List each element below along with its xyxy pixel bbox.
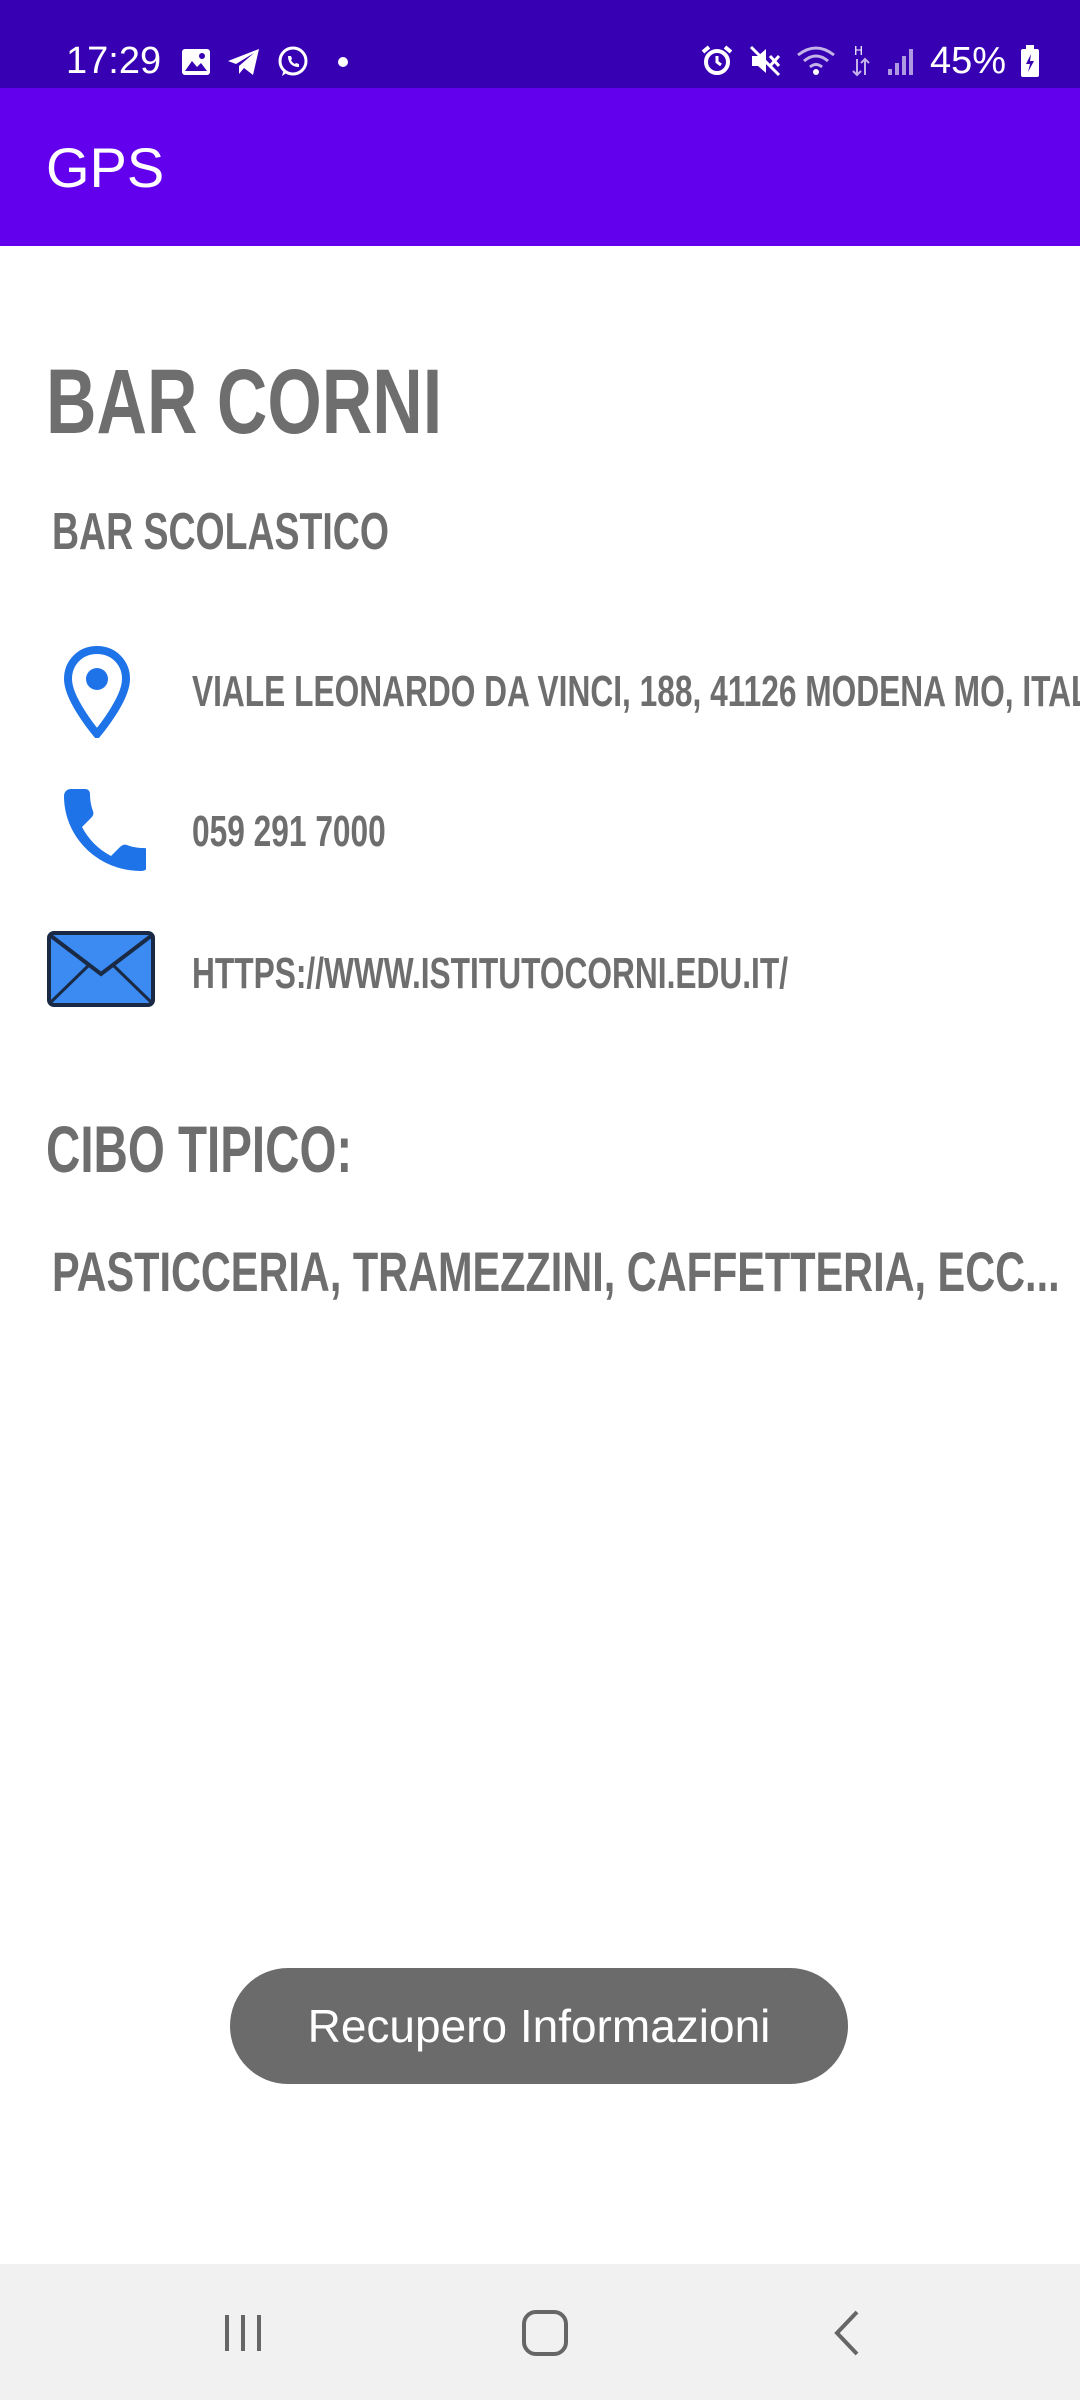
- status-bar: 17:29 H 45%: [0, 0, 1080, 88]
- navigation-bar: [0, 2264, 1080, 2400]
- place-name: BAR CORNI: [46, 351, 443, 453]
- telegram-icon: [228, 49, 259, 75]
- food-section-title: CIBO TIPICO:: [46, 1112, 353, 1186]
- envelope-icon: [47, 931, 155, 1007]
- back-icon: [834, 2310, 859, 2356]
- alarm-icon: [701, 45, 733, 75]
- place-type: BAR SCOLASTICO: [52, 503, 389, 561]
- recents-button[interactable]: [198, 2296, 288, 2370]
- phone-icon: [64, 789, 146, 871]
- food-description: PASTICCERIA, TRAMEZZINI, CAFFETTERIA, EC…: [52, 1240, 1060, 1303]
- whatsapp-icon: [278, 46, 308, 76]
- signal-icon: [887, 49, 913, 75]
- address-row[interactable]: VIALE LEONARDO DA VINCI, 188, 41126 MODE…: [0, 642, 1080, 742]
- app-bar: GPS: [0, 88, 1080, 246]
- svg-text:H: H: [854, 44, 863, 58]
- battery-percent: 45%: [929, 40, 1006, 82]
- battery-icon: [1021, 45, 1039, 77]
- location-pin-icon: [63, 646, 131, 738]
- image-icon: [182, 49, 210, 75]
- address-text: VIALE LEONARDO DA VINCI, 188, 41126 MODE…: [192, 667, 1080, 716]
- mute-icon: [749, 45, 781, 77]
- status-time: 17:29: [66, 40, 162, 82]
- phone-row[interactable]: 059 291 7000: [0, 784, 1080, 884]
- toast-text: Recupero Informazioni: [307, 2000, 771, 2052]
- website-text: HTTPS://WWW.ISTITUTOCORNI.EDU.IT/: [192, 949, 789, 998]
- notification-icons: [180, 42, 348, 82]
- data-icon: H: [852, 44, 870, 77]
- home-icon: [522, 2310, 568, 2356]
- system-icons: H 45%: [700, 38, 1040, 84]
- toast-message: Recupero Informazioni: [230, 1968, 848, 2084]
- back-button[interactable]: [802, 2296, 892, 2370]
- phone-text: 059 291 7000: [192, 807, 386, 856]
- dot-icon: [338, 57, 348, 67]
- recents-icon: [225, 2315, 261, 2351]
- app-title: GPS: [46, 136, 165, 199]
- wifi-icon: [797, 46, 835, 75]
- home-button[interactable]: [500, 2296, 590, 2370]
- website-row[interactable]: HTTPS://WWW.ISTITUTOCORNI.EDU.IT/: [0, 924, 1080, 1024]
